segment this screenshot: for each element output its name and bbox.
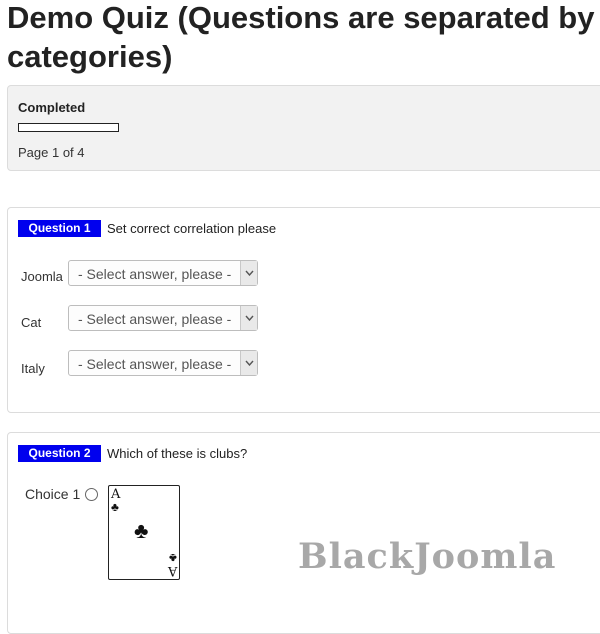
question-card-1: Question 1 Set correct correlation pleas… (7, 207, 600, 413)
chevron-down-icon[interactable] (240, 306, 257, 330)
select-value: - Select answer, please - (78, 311, 232, 327)
answer-select-italy[interactable]: - Select answer, please - (68, 350, 258, 376)
club-icon: ♣ (134, 518, 149, 543)
match-label-italy: Italy (21, 361, 45, 376)
completed-label: Completed (18, 100, 86, 115)
radio-icon[interactable] (85, 488, 98, 501)
match-label-cat: Cat (21, 315, 42, 330)
watermark-logo: BlackJoomla (298, 536, 557, 577)
status-panel: Completed Page 1 of 4 (7, 85, 600, 171)
answer-select-joomla[interactable]: - Select answer, please - (68, 260, 258, 286)
question-text: Which of these is clubs? (107, 446, 248, 461)
question-card-2: Question 2 Which of these is clubs? Choi… (7, 432, 600, 634)
question-badge: Question 2 (18, 445, 101, 462)
page-indicator: Page 1 of 4 (18, 145, 85, 160)
club-icon: ♣ (111, 500, 119, 514)
choice-label: Choice 1 (25, 486, 81, 502)
chevron-down-icon[interactable] (240, 261, 257, 285)
question-text: Set correct correlation please (107, 221, 277, 236)
answer-select-cat[interactable]: - Select answer, please - (68, 305, 258, 331)
card-rank-bottom: A (167, 563, 177, 578)
question-badge: Question 1 (18, 220, 101, 237)
chevron-down-icon[interactable] (240, 351, 257, 375)
page-title: Demo Quiz (Questions are separated by ca… (7, 0, 595, 74)
select-value: - Select answer, please - (78, 356, 232, 372)
match-label-joomla: Joomla (21, 269, 63, 284)
progress-bar (18, 123, 119, 132)
playing-card-image: A ♣ ♣ ♣ A (108, 485, 180, 580)
select-value: - Select answer, please - (78, 266, 232, 282)
